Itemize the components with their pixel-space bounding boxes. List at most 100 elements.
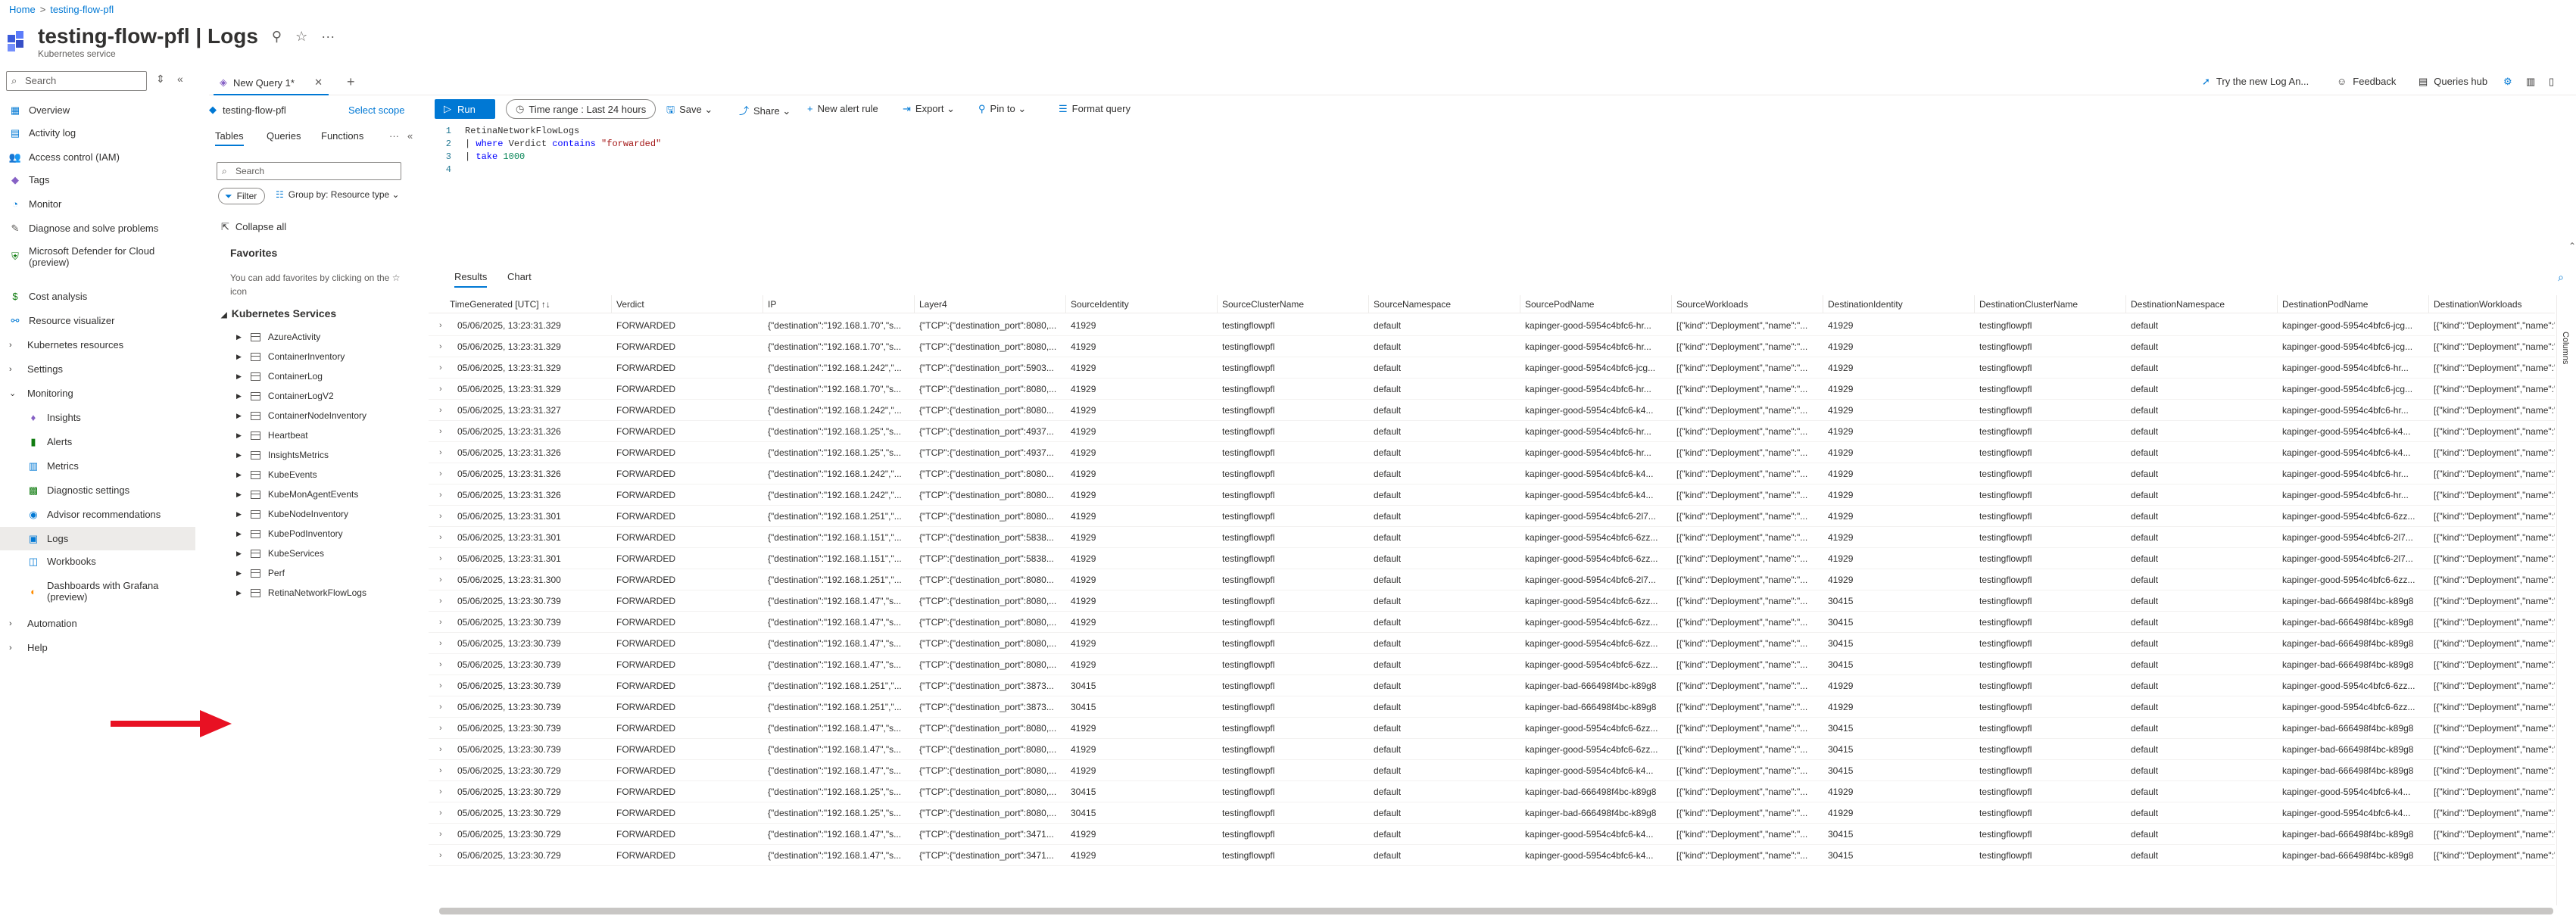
- tab-functions[interactable]: Functions: [321, 130, 363, 142]
- expand-row-icon[interactable]: ›: [439, 696, 442, 718]
- sidebar-item-advisor-recommendations[interactable]: ◉ Advisor recommendations: [0, 503, 195, 526]
- chevron-right-icon[interactable]: ▶: [236, 432, 242, 440]
- select-scope-link[interactable]: Select scope: [348, 104, 404, 116]
- chevron-up-icon[interactable]: ⌃: [2568, 241, 2576, 252]
- table-row[interactable]: › 05/06/2025, 13:23:31.301 FORWARDED {"dest…: [429, 548, 2555, 569]
- expand-row-icon[interactable]: ›: [439, 506, 442, 527]
- expand-row-icon[interactable]: ›: [439, 336, 442, 357]
- schema-table-item[interactable]: ▶ ContainerInventory: [236, 347, 345, 366]
- table-row[interactable]: › 05/06/2025, 13:23:30.739 FORWARDED {"dest…: [429, 718, 2555, 739]
- schema-table-item[interactable]: ▶ AzureActivity: [236, 327, 320, 347]
- run-button[interactable]: ▷ Run: [435, 99, 495, 119]
- table-row[interactable]: › 05/06/2025, 13:23:30.729 FORWARDED {"dest…: [429, 781, 2555, 802]
- column-header[interactable]: DestinationClusterName: [1975, 295, 2126, 313]
- more-icon[interactable]: ···: [389, 130, 399, 142]
- expand-row-icon[interactable]: ›: [439, 527, 442, 548]
- column-header[interactable]: TimeGenerated [UTC] ↑↓: [445, 295, 612, 313]
- chevron-right-icon[interactable]: ▶: [236, 569, 242, 578]
- star-icon[interactable]: ☆: [295, 23, 307, 50]
- sidebar-item-settings[interactable]: › Settings: [0, 357, 195, 381]
- column-header[interactable]: IP: [763, 295, 915, 313]
- schema-table-item[interactable]: ▶ KubeServices: [236, 544, 324, 563]
- sidebar-item-alerts[interactable]: ▮ Alerts: [0, 430, 195, 453]
- chevron-right-icon[interactable]: ▶: [236, 451, 242, 460]
- sidebar-item-monitor[interactable]: ◔ Monitor: [0, 192, 195, 216]
- chevron-right-icon[interactable]: ▶: [236, 530, 242, 538]
- schema-table-item[interactable]: ▶ ContainerNodeInventory: [236, 406, 366, 425]
- layout-icon[interactable]: ▥: [2526, 76, 2535, 88]
- sidebar-item-kubernetes-resources[interactable]: › Kubernetes resources: [0, 333, 195, 357]
- sidebar-item-access-control-iam[interactable]: 👥 Access control (IAM): [0, 145, 195, 169]
- expand-row-icon[interactable]: ›: [439, 633, 442, 654]
- chevron-right-icon[interactable]: ▶: [236, 550, 242, 558]
- schema-table-item[interactable]: ▶ KubeMonAgentEvents: [236, 484, 358, 504]
- sidebar-item-tags[interactable]: ◆ Tags: [0, 168, 195, 192]
- tab-queries[interactable]: Queries: [267, 130, 301, 142]
- expand-row-icon[interactable]: ›: [439, 781, 442, 802]
- column-header[interactable]: SourceWorkloads: [1672, 295, 1823, 313]
- sidebar-item-diagnose-and-solve-problems[interactable]: ✎ Diagnose and solve problems: [0, 217, 195, 240]
- tab-results[interactable]: Results: [454, 271, 488, 288]
- sidebar-item-logs[interactable]: ▣ Logs: [0, 527, 195, 550]
- table-row[interactable]: › 05/06/2025, 13:23:30.729 FORWARDED {"dest…: [429, 802, 2555, 824]
- chevron-right-icon[interactable]: ▶: [236, 392, 242, 400]
- chevron-right-icon[interactable]: ▶: [236, 353, 242, 361]
- sidebar-item-microsoft-defender-for-cloud-preview[interactable]: ⛨ Microsoft Defender for Cloud (preview): [0, 241, 195, 273]
- filter-button[interactable]: ⏷ Filter: [218, 188, 265, 204]
- chevron-right-icon[interactable]: ▶: [236, 491, 242, 499]
- sidebar-item-workbooks[interactable]: ◫ Workbooks: [0, 550, 195, 573]
- expand-row-icon[interactable]: ›: [439, 569, 442, 590]
- queries-hub-link[interactable]: ▤ Queries hub: [2419, 76, 2487, 88]
- column-header[interactable]: DestinationIdentity: [1823, 295, 1975, 313]
- table-row[interactable]: › 05/06/2025, 13:23:31.326 FORWARDED {"dest…: [429, 442, 2555, 463]
- column-header[interactable]: DestinationWorkloads: [2429, 295, 2576, 313]
- breadcrumb-resource[interactable]: testing-flow-pfl: [50, 4, 114, 15]
- chevron-right-icon[interactable]: ▶: [236, 372, 242, 381]
- expand-row-icon[interactable]: ›: [439, 548, 442, 569]
- sidebar-item-cost-analysis[interactable]: $ Cost analysis: [0, 285, 195, 308]
- table-row[interactable]: › 05/06/2025, 13:23:30.739 FORWARDED {"dest…: [429, 654, 2555, 675]
- expand-row-icon[interactable]: ›: [439, 590, 442, 612]
- expand-row-icon[interactable]: ›: [439, 463, 442, 484]
- schema-table-item[interactable]: ▶ KubePodInventory: [236, 524, 343, 544]
- table-row[interactable]: › 05/06/2025, 13:23:30.729 FORWARDED {"dest…: [429, 845, 2555, 866]
- expand-row-icon[interactable]: ›: [439, 379, 442, 400]
- settings-icon[interactable]: ⚙: [2503, 76, 2512, 88]
- try-new-log-analytics-link[interactable]: ➚ Try the new Log An...: [2202, 76, 2309, 88]
- expand-row-icon[interactable]: ›: [439, 654, 442, 675]
- schema-table-item[interactable]: ▶ KubeNodeInventory: [236, 504, 348, 524]
- table-row[interactable]: › 05/06/2025, 13:23:30.729 FORWARDED {"dest…: [429, 760, 2555, 781]
- sidebar-item-activity-log[interactable]: ▤ Activity log: [0, 121, 195, 145]
- table-row[interactable]: › 05/06/2025, 13:23:31.326 FORWARDED {"dest…: [429, 421, 2555, 442]
- column-header[interactable]: SourcePodName: [1520, 295, 1672, 313]
- column-header[interactable]: SourceClusterName: [1218, 295, 1369, 313]
- table-row[interactable]: › 05/06/2025, 13:23:31.329 FORWARDED {"dest…: [429, 357, 2555, 379]
- chevron-right-icon[interactable]: ▶: [236, 471, 242, 479]
- add-tab-icon[interactable]: +: [347, 74, 355, 90]
- breadcrumb-home[interactable]: Home: [9, 4, 36, 15]
- tab-chart[interactable]: Chart: [507, 271, 532, 282]
- expand-row-icon[interactable]: ›: [439, 612, 442, 633]
- schema-table-item[interactable]: ▶ Heartbeat: [236, 425, 308, 445]
- feedback-link[interactable]: ☺ Feedback: [2337, 76, 2396, 87]
- column-header[interactable]: Layer4: [915, 295, 1066, 313]
- nav-search-input[interactable]: ⌕ Search: [6, 71, 147, 91]
- table-row[interactable]: › 05/06/2025, 13:23:30.739 FORWARDED {"dest…: [429, 633, 2555, 654]
- collapse-schema-icon[interactable]: «: [407, 130, 413, 142]
- table-row[interactable]: › 05/06/2025, 13:23:31.329 FORWARDED {"dest…: [429, 315, 2555, 336]
- pin-to-button[interactable]: ⚲ Pin to ⌄: [978, 103, 1026, 115]
- sidebar-item-resource-visualizer[interactable]: ⚯ Resource visualizer: [0, 309, 195, 332]
- column-header[interactable]: DestinationPodName: [2278, 295, 2429, 313]
- expand-row-icon[interactable]: ›: [439, 400, 442, 421]
- sidebar-item-dashboards-with-grafana-preview[interactable]: ◐ Dashboards with Grafana (preview): [0, 575, 195, 607]
- chevron-right-icon[interactable]: ▶: [236, 412, 242, 420]
- sidebar-item-insights[interactable]: ♦ Insights: [0, 406, 195, 429]
- schema-table-item[interactable]: ▶ RetinaNetworkFlowLogs: [236, 583, 366, 603]
- column-header[interactable]: SourceNamespace: [1369, 295, 1520, 313]
- table-row[interactable]: › 05/06/2025, 13:23:31.326 FORWARDED {"dest…: [429, 484, 2555, 506]
- more-icon[interactable]: ···: [321, 23, 335, 50]
- collapse-all-button[interactable]: ⇱ Collapse all: [221, 221, 286, 233]
- expand-row-icon[interactable]: ›: [439, 718, 442, 739]
- collapse-nav-icon[interactable]: «: [177, 73, 183, 85]
- schema-table-item[interactable]: ▶ ContainerLog: [236, 366, 323, 386]
